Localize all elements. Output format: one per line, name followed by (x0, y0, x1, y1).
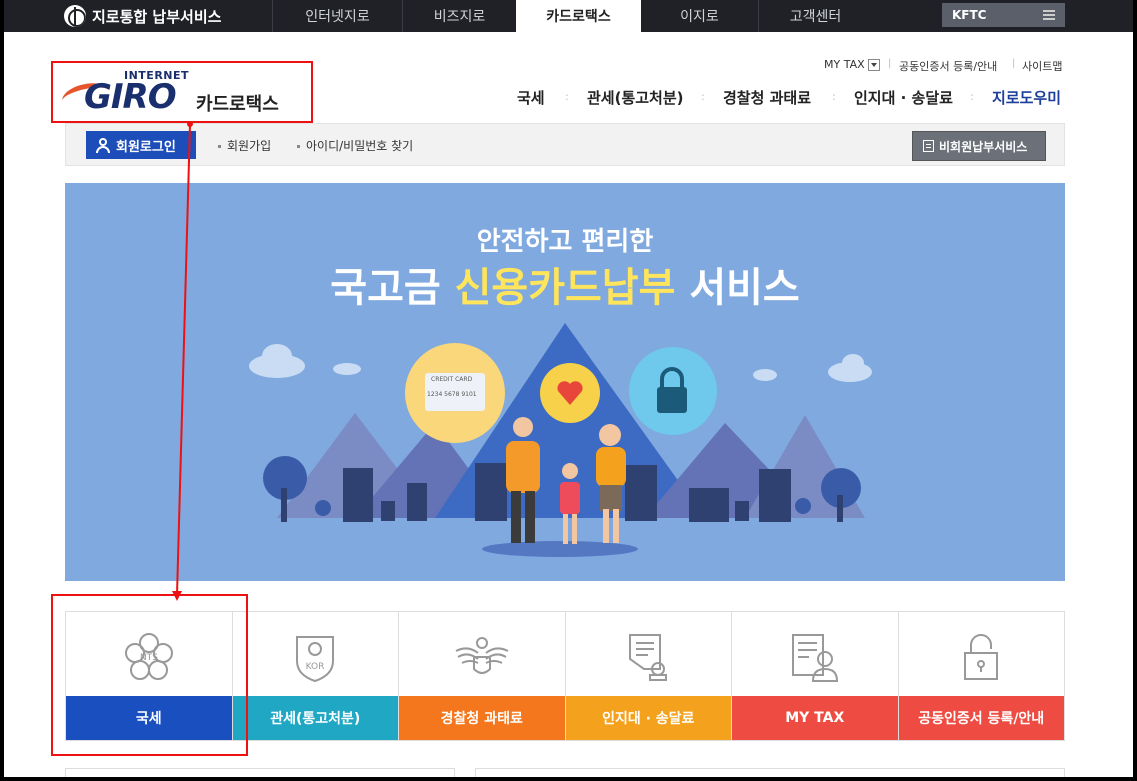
nav-divider: : (565, 90, 569, 103)
banner-title-highlight: 신용카드납부 (454, 265, 676, 311)
highlight-box-national-tax (51, 594, 248, 756)
nav-divider: : (701, 90, 705, 103)
nav-divider: : (832, 90, 836, 103)
util-divider: | (888, 58, 892, 69)
card-text: CREDIT CARD (431, 376, 473, 383)
document-stamp-icon (629, 634, 668, 681)
login-bar: 회원로그인 회원가입 아이디/비밀번호 찾기 비회원납부서비스 (65, 123, 1065, 166)
document-icon (923, 140, 934, 152)
bottom-panel-right (475, 768, 1065, 777)
tile-mytax[interactable]: MY TAX (731, 611, 898, 741)
nonmember-label: 비회원납부서비스 (939, 139, 1028, 154)
banner-title-post: 서비스 (675, 265, 800, 311)
lock-icon (657, 387, 687, 413)
ground-shadow (482, 541, 638, 557)
mytax-dropdown[interactable]: MY TAX (824, 58, 880, 71)
banner-title: 국고금 신용카드납부 서비스 (65, 255, 1065, 313)
nav-divider: : (970, 90, 974, 103)
tile-police-fine[interactable]: 경찰청 과태료 (398, 611, 565, 741)
nav-stamp-fee[interactable]: 인지대 · 송달료 (854, 87, 953, 109)
user-icon (96, 137, 110, 153)
util-divider: | (1012, 58, 1016, 69)
banner-title-pre: 국고금 (330, 265, 455, 311)
kftc-menu-button[interactable]: KFTC (942, 3, 1065, 27)
tile-police-fine-label: 경찰청 과태료 (399, 696, 565, 740)
customs-badge: KOR (306, 662, 325, 672)
tile-certificate[interactable]: 공동인증서 등록/안내 (897, 611, 1065, 741)
nav-customs[interactable]: 관세(통고처분) (587, 87, 684, 109)
bullet-icon (218, 145, 221, 148)
browser-page: 지로통합 납부서비스 인터넷지로 비즈지로 카드로택스 이지로 고객센터 KFT… (4, 0, 1133, 777)
member-login-label: 회원로그인 (116, 139, 176, 155)
signup-label: 회원가입 (227, 139, 272, 153)
bottom-panel-left (65, 768, 455, 777)
highlight-box-logo (51, 61, 313, 123)
hamburger-menu-icon (1043, 10, 1055, 20)
tile-stamp-fee[interactable]: 인지대 · 송달료 (564, 611, 731, 741)
find-label: 아이디/비밀번호 찾기 (306, 139, 414, 153)
police-eagle-icon (455, 637, 509, 674)
tab-customer-center[interactable]: 고객센터 (758, 0, 872, 32)
kftc-label: KFTC (952, 8, 987, 22)
nav-giro-helper[interactable]: 지로도우미 (992, 87, 1061, 109)
card-number: 1234 5678 9101 (427, 391, 477, 398)
tile-mytax-label: MY TAX (732, 696, 898, 740)
signup-link[interactable]: 회원가입 (218, 137, 271, 154)
tile-customs[interactable]: KOR 관세(통고처분) (231, 611, 398, 741)
globe-icon (64, 5, 86, 27)
nav-national-tax[interactable]: 국세 (517, 87, 545, 109)
banner-subtitle: 안전하고 편리한 (476, 227, 654, 257)
padlock-icon (964, 634, 999, 680)
nonmember-payment-button[interactable]: 비회원납부서비스 (912, 131, 1046, 161)
find-id-password-link[interactable]: 아이디/비밀번호 찾기 (297, 137, 413, 154)
brand-label: 지로통합 납부서비스 (92, 7, 222, 26)
member-login-button[interactable]: 회원로그인 (86, 131, 196, 159)
tab-biz-giro[interactable]: 비즈지로 (402, 0, 516, 32)
tab-card-tax[interactable]: 카드로택스 (516, 0, 641, 32)
tile-customs-label: 관세(통고처분) (232, 696, 398, 740)
tab-internet-giro[interactable]: 인터넷지로 (272, 0, 402, 32)
mytax-label: MY TAX (824, 58, 865, 71)
cert-guide-link[interactable]: 공동인증서 등록/안내 (899, 58, 997, 74)
sitemap-link[interactable]: 사이트맵 (1022, 58, 1062, 74)
giro-brand-link[interactable]: 지로통합 납부서비스 (64, 5, 221, 27)
tile-stamp-fee-label: 인지대 · 송달료 (565, 696, 731, 740)
bullet-icon (297, 145, 300, 148)
customs-shield-icon: KOR (296, 636, 335, 683)
promo-banner[interactable]: CREDIT CARD 1234 5678 9101 안전하고 편리한 국고금 … (65, 183, 1065, 581)
tile-certificate-label: 공동인증서 등록/안내 (898, 696, 1064, 740)
nav-police-fine[interactable]: 경찰청 과태료 (723, 87, 811, 109)
tab-easy-giro[interactable]: 이지로 (641, 0, 758, 32)
dropdown-arrow-icon (867, 58, 880, 71)
profile-document-icon (791, 634, 838, 682)
top-navigation-bar: 지로통합 납부서비스 인터넷지로 비즈지로 카드로택스 이지로 고객센터 KFT… (4, 0, 1133, 32)
service-tabs: 인터넷지로 비즈지로 카드로택스 이지로 고객센터 (272, 0, 872, 32)
